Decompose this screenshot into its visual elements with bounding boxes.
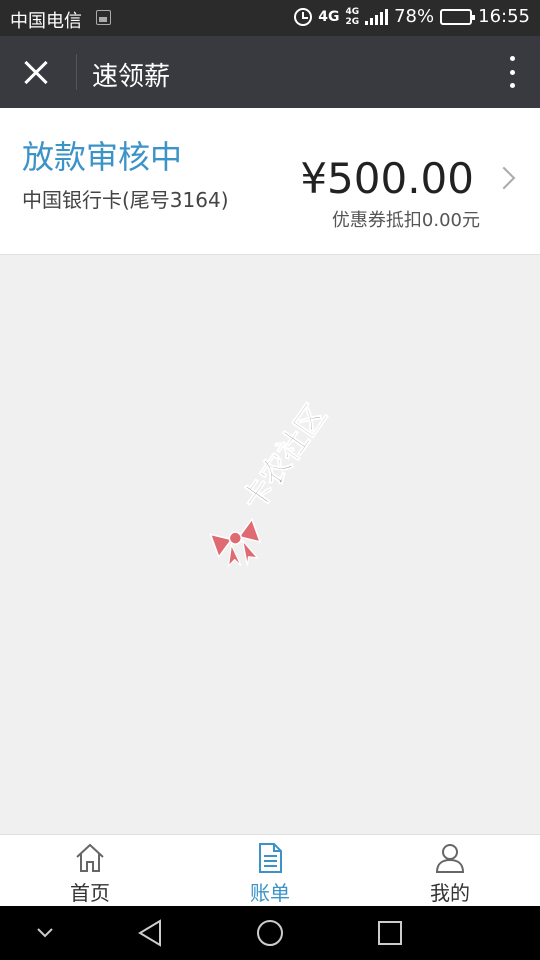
coupon-deduction: 优惠券抵扣0.00元 (331, 210, 480, 231)
loan-status: 放款审核中 (22, 138, 183, 176)
home-button-icon[interactable] (250, 906, 290, 960)
battery-percent: 78% (394, 6, 435, 27)
home-icon (76, 843, 104, 872)
status-indicators: 4G 4G 2G 78% 16:55 (294, 6, 530, 27)
tab-bill[interactable]: 账单 (180, 835, 360, 906)
network-stack: 4G 2G (345, 6, 360, 27)
loan-status-card[interactable]: 放款审核中 中国银行卡(尾号3164) ¥500.00 优惠券抵扣0.00元 (0, 108, 540, 255)
carrier-name: 中国电信 (10, 11, 82, 32)
tab-home-label: 首页 (70, 881, 110, 905)
back-icon[interactable] (130, 906, 170, 960)
recents-icon[interactable] (370, 906, 410, 960)
status-bar: 中国电信 4G 4G 2G 78% 16:55 (0, 0, 540, 36)
tab-bill-label: 账单 (250, 881, 290, 905)
network-type: 4G (318, 8, 340, 25)
bank-card-info: 中国银行卡(尾号3164) (22, 188, 229, 212)
chevron-right-icon[interactable] (492, 166, 516, 190)
tab-mine[interactable]: 我的 (360, 835, 540, 906)
tab-mine-label: 我的 (430, 881, 470, 905)
chevron-down-icon[interactable] (30, 906, 60, 960)
nav-divider (76, 54, 77, 90)
loan-amount: ¥500.00 (300, 154, 474, 203)
alarm-icon (294, 7, 313, 26)
watermark-logo: 卡农社区 (209, 400, 334, 568)
signal-icon (365, 8, 389, 25)
battery-icon (440, 8, 476, 25)
clock: 16:55 (478, 6, 530, 27)
tab-home[interactable]: 首页 (0, 835, 180, 906)
close-icon[interactable] (14, 50, 58, 94)
bill-icon (259, 843, 282, 873)
watermark-text: 卡农社区 (236, 400, 333, 517)
more-vertical-icon[interactable] (504, 54, 520, 90)
page-title: 速领薪 (92, 62, 171, 92)
nav-bar: 速领薪 (0, 36, 540, 108)
image-notification-icon (96, 10, 111, 25)
user-icon (435, 844, 465, 873)
android-nav-bar (0, 906, 540, 960)
tab-bar: 首页 账单 我的 (0, 834, 540, 906)
